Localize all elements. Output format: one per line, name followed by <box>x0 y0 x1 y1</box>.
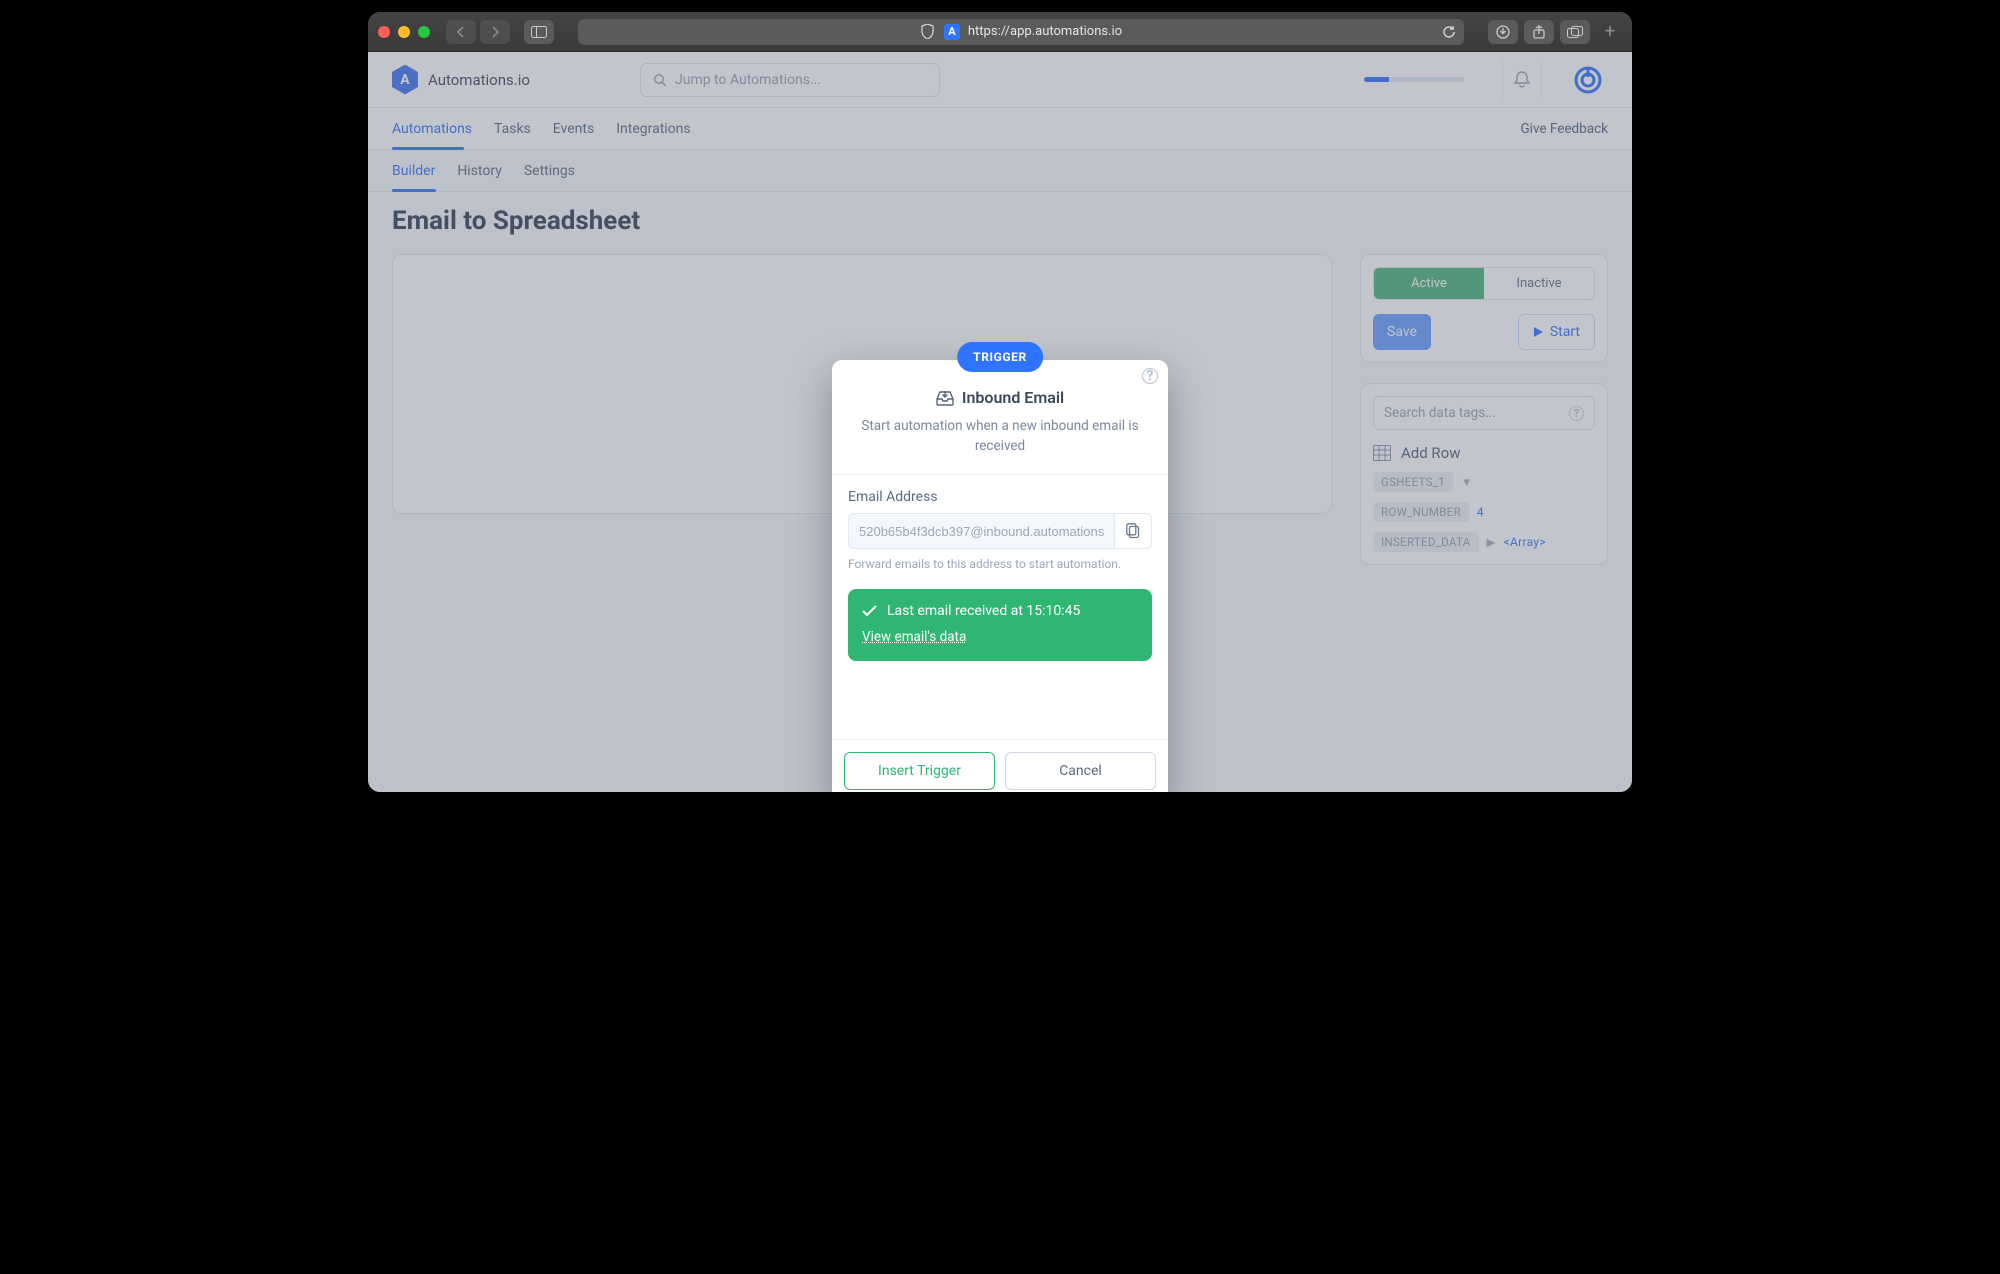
table-icon <box>1373 445 1391 461</box>
usage-progress <box>1364 77 1464 82</box>
back-button[interactable] <box>446 20 476 44</box>
subnav-settings[interactable]: Settings <box>524 163 575 179</box>
data-tags-panel: Search data tags... ? Add Row GSHEETS_1 … <box>1360 383 1608 565</box>
inbox-icon <box>936 390 954 406</box>
status-inactive[interactable]: Inactive <box>1484 268 1594 299</box>
nav-events[interactable]: Events <box>553 121 594 137</box>
subnav-history[interactable]: History <box>457 163 502 179</box>
search-data-tags[interactable]: Search data tags... ? <box>1373 396 1595 430</box>
reload-icon[interactable] <box>1442 25 1456 39</box>
page-title: Email to Spreadsheet <box>392 206 1608 236</box>
tag-row-number-label: ROW_NUMBER <box>1373 502 1469 522</box>
downloads-button[interactable] <box>1488 20 1518 44</box>
last-email-alert: Last email received at 15:10:45 View ema… <box>848 589 1152 661</box>
copy-button[interactable] <box>1114 513 1152 549</box>
sidebar-toggle-button[interactable] <box>524 20 554 44</box>
tag-source-chip: GSHEETS_1 <box>1373 472 1453 492</box>
view-email-data-link[interactable]: View email's data <box>862 629 1138 645</box>
tag-inserted-value: <Array> <box>1504 535 1546 549</box>
help-icon[interactable]: ? <box>1569 406 1584 421</box>
save-button[interactable]: Save <box>1373 314 1431 350</box>
check-icon <box>862 605 877 617</box>
start-button-label: Start <box>1550 324 1580 340</box>
modal-help-icon[interactable]: ? <box>1142 368 1158 384</box>
trigger-modal: TRIGGER ? Inbound Email Start automation… <box>832 360 1168 792</box>
tag-inserted-label: INSERTED_DATA <box>1373 532 1479 552</box>
give-feedback-link[interactable]: Give Feedback <box>1520 121 1608 137</box>
forward-button[interactable] <box>480 20 510 44</box>
status-active[interactable]: Active <box>1374 268 1484 299</box>
sub-nav: Builder History Settings <box>368 150 1632 192</box>
safari-titlebar: A https://app.automations.io + <box>368 12 1632 52</box>
close-window-icon[interactable] <box>378 26 390 38</box>
address-bar[interactable]: A https://app.automations.io <box>578 19 1464 45</box>
play-icon <box>1533 326 1544 338</box>
brand-name: Automations.io <box>428 71 530 89</box>
nav-integrations[interactable]: Integrations <box>616 121 690 137</box>
site-favicon-icon: A <box>944 24 960 40</box>
brand-logo-icon: A <box>392 65 418 95</box>
url-text: https://app.automations.io <box>968 24 1122 39</box>
global-search[interactable]: Jump to Automations... <box>640 63 940 97</box>
global-search-placeholder: Jump to Automations... <box>675 72 821 88</box>
email-hint: Forward emails to this address to start … <box>848 557 1152 571</box>
status-panel: Active Inactive Save Start <box>1360 254 1608 363</box>
tag-row-number-value: 4 <box>1477 505 1484 519</box>
chevron-down-icon: ▼ <box>1461 475 1473 489</box>
modal-title: Inbound Email <box>962 388 1064 407</box>
notifications-button[interactable] <box>1502 60 1542 100</box>
status-segmented[interactable]: Active Inactive <box>1373 267 1595 300</box>
nav-automations[interactable]: Automations <box>392 121 472 137</box>
new-tab-button[interactable]: + <box>1598 20 1622 44</box>
email-field-label: Email Address <box>848 489 1152 505</box>
modal-subtitle: Start automation when a new inbound emai… <box>852 417 1148 456</box>
nav-tasks[interactable]: Tasks <box>494 121 531 137</box>
inbound-email-input[interactable] <box>848 513 1114 549</box>
primary-nav: Automations Tasks Events Integrations Gi… <box>368 108 1632 150</box>
tabs-button[interactable] <box>1560 20 1590 44</box>
maximize-window-icon[interactable] <box>418 26 430 38</box>
chevron-right-icon: ▶ <box>1487 535 1496 549</box>
add-row-label: Add Row <box>1401 444 1461 462</box>
subnav-builder[interactable]: Builder <box>392 163 435 179</box>
app-header: A Automations.io Jump to Automations... <box>368 52 1632 108</box>
privacy-shield-icon <box>920 24 936 39</box>
tag-source[interactable]: GSHEETS_1 ▼ <box>1373 472 1595 492</box>
account-power-button[interactable] <box>1568 60 1608 100</box>
safari-window: A https://app.automations.io + A Aut <box>368 12 1632 792</box>
minimize-window-icon[interactable] <box>398 26 410 38</box>
share-button[interactable] <box>1524 20 1554 44</box>
add-row-section: Add Row <box>1373 444 1595 462</box>
start-button[interactable]: Start <box>1518 314 1595 350</box>
copy-icon <box>1126 523 1140 539</box>
insert-trigger-button[interactable]: Insert Trigger <box>844 752 995 790</box>
search-icon <box>653 73 667 87</box>
tag-row-number[interactable]: ROW_NUMBER 4 <box>1373 502 1595 522</box>
cancel-button[interactable]: Cancel <box>1005 752 1156 790</box>
brand[interactable]: A Automations.io <box>392 65 622 95</box>
window-controls <box>378 26 430 38</box>
search-data-tags-placeholder: Search data tags... <box>1384 405 1496 421</box>
tag-inserted-data[interactable]: INSERTED_DATA ▶ <Array> <box>1373 532 1595 552</box>
alert-text: Last email received at 15:10:45 <box>887 603 1080 619</box>
